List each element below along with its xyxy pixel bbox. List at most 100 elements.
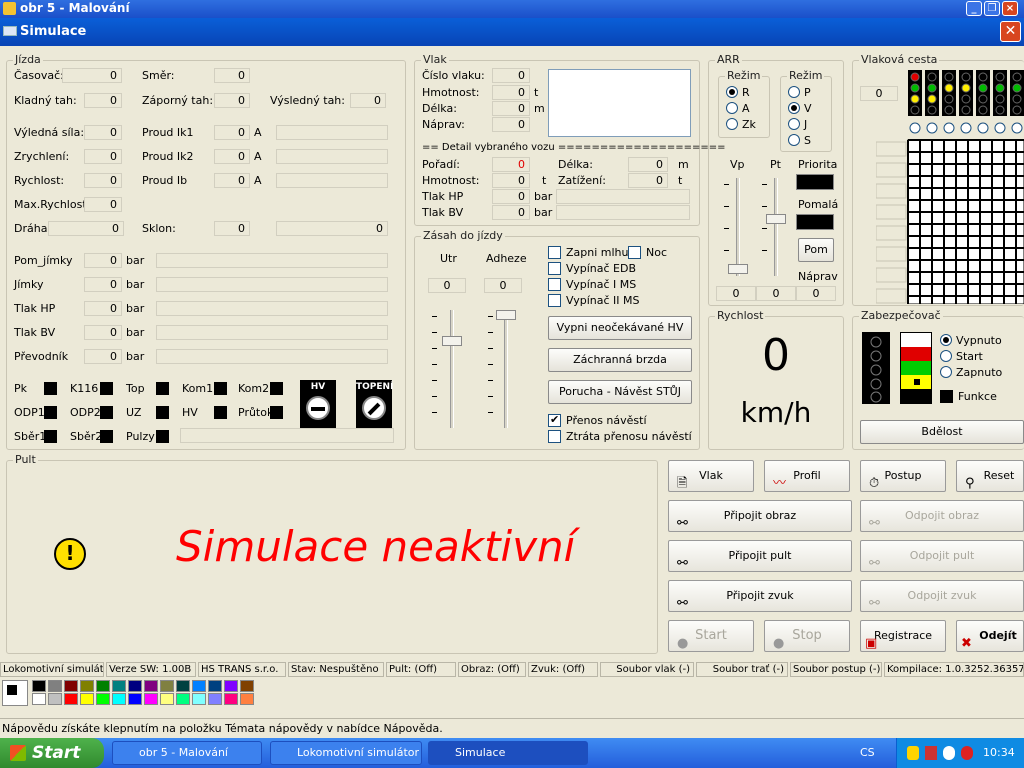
- prenos-checkbox[interactable]: [548, 413, 561, 427]
- zabez-zapnuto-radio[interactable]: [940, 366, 952, 378]
- vozy-list[interactable]: [548, 69, 691, 137]
- palette-swatch[interactable]: [240, 680, 254, 692]
- status-obraz: Obraz: (Off): [458, 662, 526, 677]
- palette-swatch[interactable]: [48, 680, 62, 692]
- palette-swatch[interactable]: [64, 693, 78, 705]
- bdelost-button[interactable]: Bdělost: [860, 420, 1024, 444]
- security-icon[interactable]: [961, 746, 973, 760]
- label: Funkce: [958, 390, 997, 403]
- palette-swatch[interactable]: [240, 693, 254, 705]
- adheze-slider-thumb[interactable]: [496, 310, 516, 320]
- volume-icon[interactable]: [943, 746, 955, 760]
- paint-current-colors[interactable]: [2, 680, 28, 706]
- zabez-vypnuto-radio[interactable]: [940, 334, 952, 346]
- radio-label: Zk: [742, 118, 756, 131]
- palette-swatch[interactable]: [128, 680, 142, 692]
- close-icon[interactable]: ✕: [1000, 21, 1021, 42]
- odejit-button[interactable]: ✖ Odejít: [956, 620, 1024, 652]
- start-button[interactable]: ● Start: [668, 620, 754, 652]
- shield-icon[interactable]: [907, 746, 919, 760]
- pom-button[interactable]: Pom: [798, 238, 834, 262]
- odpojit-pult-button[interactable]: ⚯ Odpojit pult: [860, 540, 1024, 572]
- maximize-icon[interactable]: ❐: [984, 1, 1000, 16]
- registrace-button[interactable]: ▣ Registrace: [860, 620, 946, 652]
- palette-swatch[interactable]: [96, 680, 110, 692]
- palette-swatch[interactable]: [160, 680, 174, 692]
- palette-swatch[interactable]: [80, 680, 94, 692]
- odpojit-obraz-button[interactable]: ⚯ Odpojit obraz: [860, 500, 1024, 532]
- rezim-r-radio[interactable]: [726, 86, 738, 98]
- palette-swatch[interactable]: [176, 693, 190, 705]
- network-icon[interactable]: [925, 746, 937, 760]
- vypni-hv-button[interactable]: Vypni neočekávané HV: [548, 316, 692, 340]
- label: Pořadí:: [422, 158, 460, 171]
- ib-bar: [276, 173, 388, 188]
- palette-swatch[interactable]: [32, 680, 46, 692]
- stop-button[interactable]: ● Stop: [764, 620, 850, 652]
- palette-swatch[interactable]: [128, 693, 142, 705]
- poradi-value: 0: [492, 157, 530, 172]
- rezim-j-radio[interactable]: [788, 118, 800, 130]
- palette-swatch[interactable]: [192, 693, 206, 705]
- odpojit-zvuk-button[interactable]: ⚯ Odpojit zvuk: [860, 580, 1024, 612]
- adheze-slider-track[interactable]: [504, 310, 508, 428]
- start-button[interactable]: Start: [0, 738, 104, 768]
- palette-swatch[interactable]: [112, 680, 126, 692]
- zachranna-brzda-button[interactable]: Záchranná brzda: [548, 348, 692, 372]
- ms2-checkbox[interactable]: [548, 294, 561, 307]
- palette-swatch[interactable]: [32, 693, 46, 705]
- route-grid[interactable]: [876, 68, 1024, 304]
- utr-slider-track[interactable]: [450, 310, 454, 428]
- palette-swatch[interactable]: [80, 693, 94, 705]
- zabez-start-radio[interactable]: [940, 350, 952, 362]
- pt-slider-track[interactable]: [774, 178, 778, 276]
- taskbar-item-paint[interactable]: obr 5 - Malování: [112, 741, 262, 765]
- rezim-zk-radio[interactable]: [726, 118, 738, 130]
- tick: [762, 228, 767, 229]
- palette-swatch[interactable]: [160, 693, 174, 705]
- ztrata-checkbox[interactable]: [548, 430, 561, 443]
- mlha-checkbox[interactable]: [548, 246, 561, 259]
- palette-swatch[interactable]: [144, 680, 158, 692]
- rezim-v-radio[interactable]: [788, 102, 800, 114]
- porucha-navest-button[interactable]: Porucha - Návěst STŮJ: [548, 380, 692, 404]
- postup-button[interactable]: ⏱ Postup: [860, 460, 946, 492]
- palette-swatch[interactable]: [64, 680, 78, 692]
- topeni-switch[interactable]: TOPENÍ: [356, 380, 393, 428]
- close-icon[interactable]: ×: [1002, 1, 1018, 16]
- vp-slider-thumb[interactable]: [728, 264, 748, 274]
- palette-swatch[interactable]: [208, 693, 222, 705]
- palette-swatch[interactable]: [176, 680, 190, 692]
- vlak-button[interactable]: 🗎 Vlak: [668, 460, 754, 492]
- rezim-a-radio[interactable]: [726, 102, 738, 114]
- palette-swatch[interactable]: [224, 693, 238, 705]
- rezim-p-radio[interactable]: [788, 86, 800, 98]
- unit: t: [542, 174, 547, 187]
- palette-swatch[interactable]: [112, 693, 126, 705]
- taskbar-item-simulace[interactable]: Simulace: [428, 741, 588, 765]
- palette-swatch[interactable]: [48, 693, 62, 705]
- taskbar-item-simulator[interactable]: Lokomotivní simulátor: [270, 741, 422, 765]
- language-indicator[interactable]: CS: [860, 746, 875, 759]
- pripojit-zvuk-button[interactable]: ⚯ Připojit zvuk: [668, 580, 852, 612]
- vp-slider-track[interactable]: [736, 178, 740, 276]
- palette-swatch[interactable]: [192, 680, 206, 692]
- profil-button[interactable]: 〰 Profil: [764, 460, 850, 492]
- minimize-icon[interactable]: _: [966, 1, 982, 16]
- palette-swatch[interactable]: [208, 680, 222, 692]
- pripojit-pult-button[interactable]: ⚯ Připojit pult: [668, 540, 852, 572]
- palette-swatch[interactable]: [224, 680, 238, 692]
- pt-slider-thumb[interactable]: [766, 214, 786, 224]
- pripojit-obraz-button[interactable]: ⚯ Připojit obraz: [668, 500, 852, 532]
- reset-button[interactable]: ⚲ Reset: [956, 460, 1024, 492]
- unit: bar: [126, 254, 145, 267]
- palette-swatch[interactable]: [144, 693, 158, 705]
- edb-checkbox[interactable]: [548, 262, 561, 275]
- utr-slider-thumb[interactable]: [442, 336, 462, 346]
- rezim-s-radio[interactable]: [788, 134, 800, 146]
- ms1-checkbox[interactable]: [548, 278, 561, 291]
- noc-checkbox[interactable]: [628, 246, 641, 259]
- unit: m: [678, 158, 689, 171]
- palette-swatch[interactable]: [96, 693, 110, 705]
- hv-switch[interactable]: HV: [300, 380, 336, 428]
